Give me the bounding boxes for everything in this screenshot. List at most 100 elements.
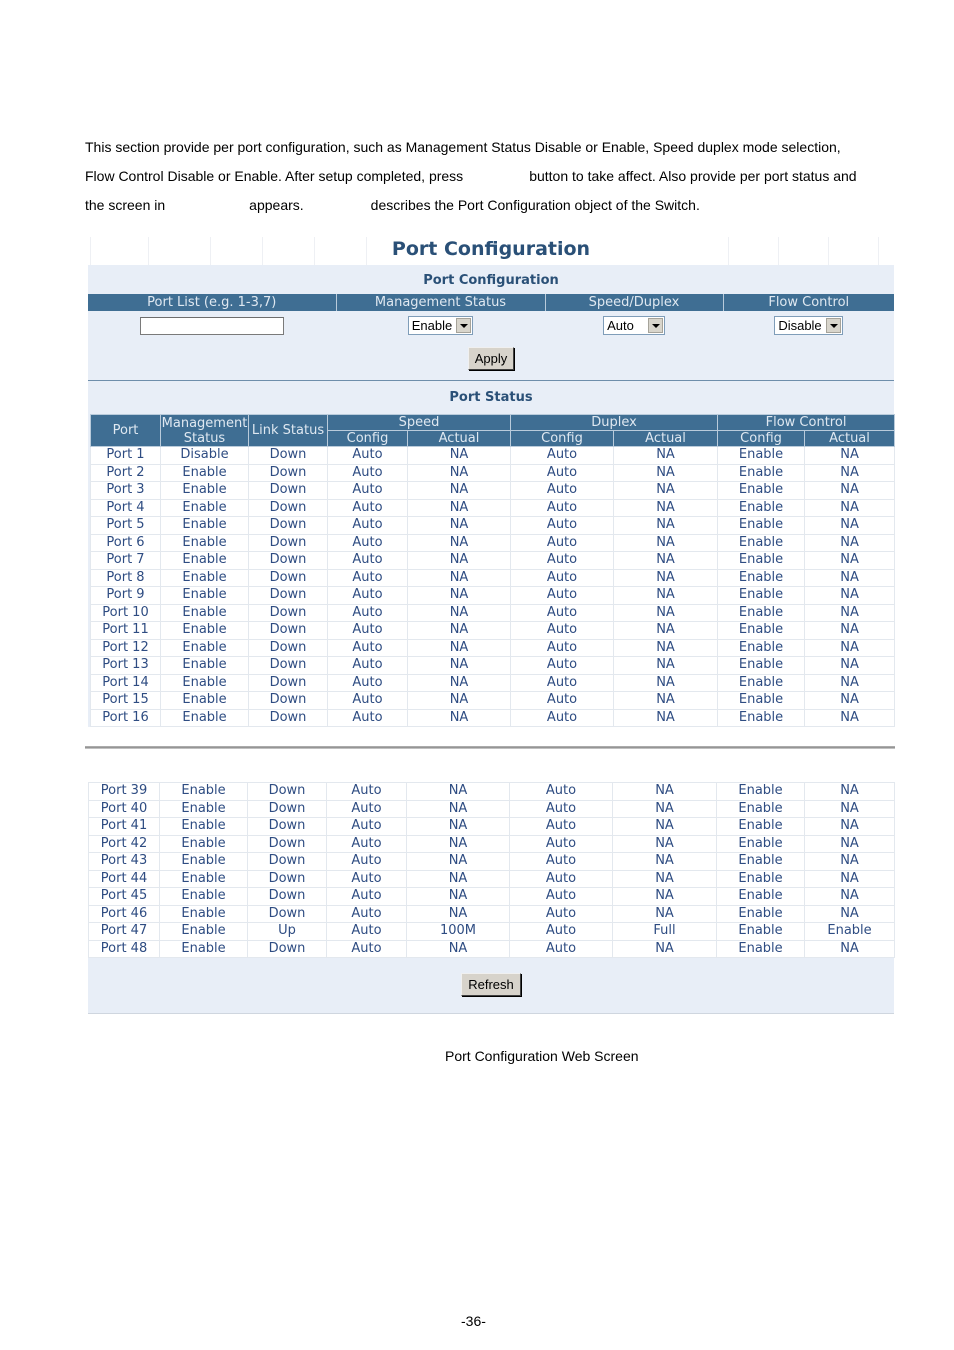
cell-duplex-actual: NA [612, 904, 717, 923]
chevron-down-icon[interactable] [647, 318, 663, 333]
table-row: Port 40 Enable Down Auto NA Auto NA Enable NA [88, 799, 895, 818]
header-duplex-actual: Actual [613, 430, 719, 447]
cell-port: Port 5 [90, 516, 161, 535]
cell-port: Port 41 [88, 817, 160, 836]
cell-flow-actual: NA [804, 782, 895, 801]
cell-port: Port 43 [88, 852, 160, 871]
cell-speed-config: Auto [326, 939, 407, 958]
flow-control-select[interactable]: Disable [774, 316, 843, 335]
refresh-button[interactable]: Refresh [461, 973, 521, 996]
apply-button[interactable]: Apply [467, 347, 515, 370]
cell-flow-actual: NA [804, 869, 895, 888]
cell-speed-config: Auto [327, 463, 408, 482]
cell-duplex-config: Auto [510, 586, 615, 605]
chevron-down-icon[interactable] [456, 318, 472, 333]
management-status-select[interactable]: Enable [407, 316, 474, 335]
cell-flow-config: Enable [717, 463, 806, 482]
cell-flow-config: Enable [716, 922, 805, 941]
port-list-input[interactable] [140, 316, 284, 335]
header-duplex-config: Config [510, 430, 615, 447]
chevron-down-icon[interactable] [825, 318, 841, 333]
header-speed-actual: Actual [406, 430, 512, 447]
selected-value: Auto [607, 318, 634, 333]
cell-management-status: Enable [160, 463, 249, 482]
cell-port: Port 10 [90, 603, 161, 622]
cell-flow-actual: NA [804, 481, 896, 500]
cell-flow-actual: NA [804, 834, 895, 853]
cell-speed-actual: NA [406, 516, 512, 535]
cell-speed-config: Auto [326, 852, 407, 871]
cell-flow-config: Enable [716, 904, 805, 923]
cell-link-status: Down [248, 481, 328, 500]
table-row: Port 5 Enable Down Auto NA Auto NA Enable NA [90, 516, 896, 535]
header-management-status: Management Status [335, 294, 545, 311]
cell-flow-config: Enable [716, 834, 805, 853]
cell-speed-config: Auto [327, 673, 408, 692]
cell-duplex-actual: NA [613, 568, 719, 587]
cell-duplex-config: Auto [510, 656, 615, 675]
table-row: Port 10 Enable Down Auto NA Auto NA Enable NA [90, 603, 896, 622]
cell-speed-actual: NA [406, 603, 512, 622]
header-flow-actual: Actual [804, 430, 896, 447]
cell-flow-config: Enable [717, 656, 806, 675]
cell-flow-config: Enable [717, 551, 806, 570]
cell-speed-config: Auto [326, 782, 407, 801]
page-number: -36- [461, 1313, 486, 1329]
cell-management-status: Enable [159, 834, 248, 853]
cell-flow-actual: NA [804, 516, 896, 535]
cell-management-status: Enable [159, 904, 248, 923]
status-section-title: Port Status [449, 390, 533, 405]
cell-port: Port 4 [90, 498, 161, 517]
table-row: Port 46 Enable Down Auto NA Auto NA Enable NA [88, 904, 895, 923]
cell-speed-config: Auto [326, 904, 407, 923]
cell-duplex-config: Auto [510, 673, 615, 692]
cell-flow-actual: NA [804, 852, 895, 871]
cell-link-status: Down [247, 904, 327, 923]
cell-duplex-actual: NA [612, 852, 717, 871]
table-row: Port 45 Enable Down Auto NA Auto NA Enable NA [88, 887, 895, 906]
cell-link-status: Down [247, 782, 327, 801]
cell-duplex-actual: NA [612, 869, 717, 888]
cell-speed-actual: NA [406, 852, 510, 871]
cell-flow-config: Enable [716, 782, 805, 801]
header-flow-config: Config [717, 430, 806, 447]
selected-value: Disable [778, 318, 822, 333]
cell-flow-actual: NA [804, 621, 896, 640]
title-bar: Port Configuration [88, 235, 894, 265]
cell-duplex-actual: NA [613, 621, 719, 640]
cell-flow-config: Enable [717, 446, 806, 465]
cell-flow-actual: Enable [804, 922, 895, 941]
cell-flow-actual: NA [804, 586, 896, 605]
cell-duplex-actual: NA [613, 551, 719, 570]
cell-management-status: Enable [160, 673, 249, 692]
speed-duplex-select[interactable]: Auto [603, 316, 665, 335]
cell-duplex-config: Auto [510, 638, 615, 657]
cell-duplex-config: Auto [510, 533, 615, 552]
cell-duplex-config: Auto [509, 782, 613, 801]
cell-speed-config: Auto [327, 603, 408, 622]
cell-flow-config: Enable [717, 603, 806, 622]
table-row: Port 42 Enable Down Auto NA Auto NA Enable NA [88, 834, 895, 853]
cell-flow-actual: NA [804, 708, 896, 727]
cell-port: Port 44 [88, 869, 160, 888]
cell-flow-config: Enable [716, 869, 805, 888]
cell-management-status: Enable [160, 603, 249, 622]
cell-speed-actual: NA [406, 638, 512, 657]
cell-management-status: Enable [160, 656, 249, 675]
cell-speed-config: Auto [327, 516, 408, 535]
cell-port: Port 39 [88, 782, 160, 801]
cell-link-status: Down [248, 463, 328, 482]
cell-port: Port 6 [90, 533, 161, 552]
cell-port: Port 12 [90, 638, 161, 657]
cell-management-status: Enable [159, 869, 248, 888]
cell-link-status: Down [247, 869, 327, 888]
cell-duplex-actual: NA [612, 817, 717, 836]
cell-speed-config: Auto [327, 568, 408, 587]
cell-duplex-config: Auto [510, 551, 615, 570]
cell-duplex-actual: NA [612, 799, 717, 818]
cell-flow-config: Enable [716, 799, 805, 818]
cell-duplex-config: Auto [510, 498, 615, 517]
table-row: Port 12 Enable Down Auto NA Auto NA Enable NA [90, 638, 896, 657]
cell-duplex-config: Auto [510, 516, 615, 535]
cell-flow-actual: NA [804, 498, 896, 517]
